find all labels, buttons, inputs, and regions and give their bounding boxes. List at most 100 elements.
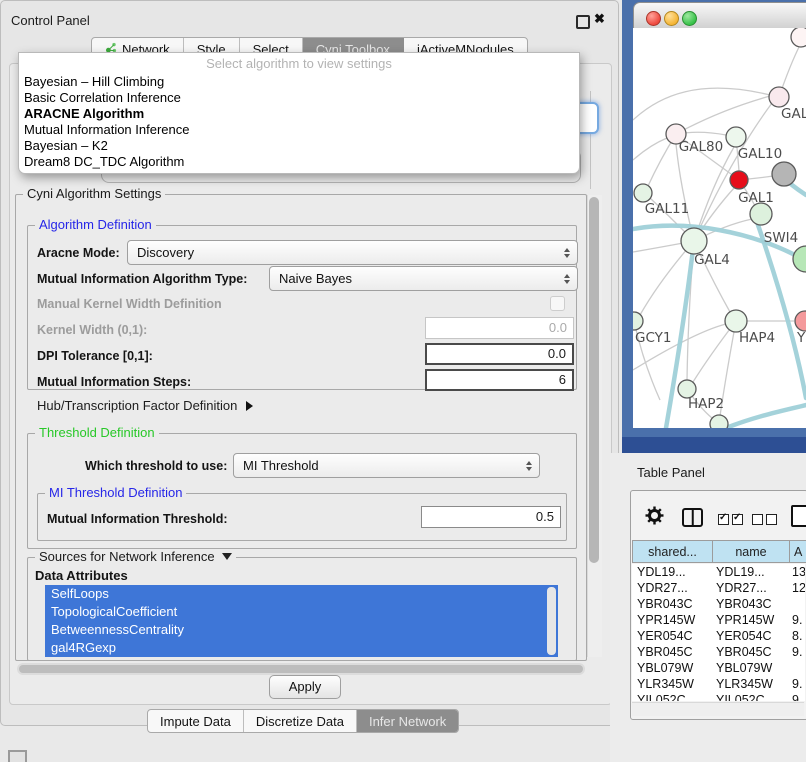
collapse-down-icon (222, 553, 232, 560)
column-header[interactable]: name (713, 540, 790, 563)
mi-type-select[interactable]: Naive Bayes (269, 266, 578, 291)
sources-group-title[interactable]: Sources for Network Inference (35, 550, 236, 564)
node-label: GAL10 (738, 146, 782, 162)
document-icon[interactable] (791, 505, 806, 527)
network-node[interactable] (725, 310, 747, 332)
network-window-titlebar[interactable] (633, 2, 806, 30)
node-label: HAP4 (739, 330, 775, 346)
expand-right-icon (246, 401, 253, 411)
network-node[interactable] (795, 311, 806, 331)
mi-type-label: Mutual Information Algorithm Type: (37, 272, 247, 286)
network-node[interactable] (726, 127, 746, 147)
node-label: GAL80 (679, 139, 723, 155)
table-row[interactable]: YDL19... YDL19... 13 (632, 564, 805, 580)
algorithm-option[interactable]: Bayesian – Hill Climbing (19, 74, 579, 90)
algorithm-option[interactable]: ARACNE Algorithm (19, 106, 579, 122)
kernel-width-field[interactable]: 0.0 (425, 317, 574, 339)
tab-discretize-data[interactable]: Discretize Data (244, 710, 357, 732)
tab-impute-data[interactable]: Impute Data (148, 710, 244, 732)
spinner-arrows-icon (564, 274, 570, 284)
list-item[interactable]: BetweennessCentrality (45, 621, 558, 639)
table-header-row: shared... name A (632, 540, 806, 563)
screen: Control Panel ✖ Network Style Select Cyn… (0, 0, 806, 762)
mi-threshold-label: Mutual Information Threshold: (47, 512, 228, 526)
node-label: HAP2 (688, 396, 724, 412)
dpi-tolerance-field[interactable]: 0.0 (425, 343, 574, 365)
apply-button[interactable]: Apply (269, 675, 341, 699)
zoom-traffic-light-icon[interactable] (682, 11, 697, 26)
which-threshold-select[interactable]: MI Threshold (233, 453, 540, 478)
column-layout-icon[interactable] (682, 508, 703, 527)
desktop-band (622, 437, 806, 453)
network-node[interactable] (710, 415, 728, 428)
algorithm-option[interactable]: Dream8 DC_TDC Algorithm (19, 154, 579, 170)
spinner-arrows-icon (564, 248, 570, 258)
node-label: SWI4 (764, 230, 799, 246)
list-item[interactable]: gal4RGexp (45, 639, 558, 657)
list-scrollbar[interactable] (547, 587, 556, 655)
cyni-bottom-tabs: Impute Data Discretize Data Infer Networ… (147, 709, 459, 733)
algorithm-option[interactable]: Bayesian – K2 (19, 138, 579, 154)
table-row[interactable]: YER054C YER054C 8. (632, 628, 805, 644)
table-row[interactable]: YBR045C YBR045C 9. (632, 644, 805, 660)
node-label: GAL (781, 106, 806, 122)
node-label: GCY1 (635, 330, 672, 346)
network-svg: GALGAL80GAL10GAL1GAL11SWI4GAL4GCY1HAP4YH… (633, 28, 806, 428)
close-icon[interactable]: ✖ (594, 11, 605, 27)
close-traffic-light-icon[interactable] (646, 11, 661, 26)
table-panel-title: Table Panel (637, 465, 705, 480)
tab-infer-network[interactable]: Infer Network (357, 710, 458, 732)
mi-threshold-field[interactable]: 0.5 (421, 506, 561, 528)
network-node[interactable] (634, 184, 652, 202)
select-all-checkboxes-icon[interactable] (718, 512, 746, 530)
node-label: GAL4 (694, 252, 730, 268)
algorithm-options-list: Bayesian – Hill ClimbingBasic Correlatio… (19, 74, 579, 170)
aracne-mode-select[interactable]: Discovery (127, 240, 578, 265)
table-row[interactable]: YBR043C YBR043C (632, 596, 805, 612)
settings-group-title: Cyni Algorithm Settings (23, 187, 165, 201)
settings-scrollbar-thumb[interactable] (589, 197, 599, 563)
manual-kernel-label: Manual Kernel Width Definition (37, 297, 222, 311)
network-node[interactable] (730, 171, 748, 189)
manual-kernel-checkbox[interactable] (550, 296, 565, 311)
network-node[interactable] (772, 162, 796, 186)
table-row[interactable]: YBL079W YBL079W (632, 660, 805, 676)
spinner-arrows-icon (526, 461, 532, 471)
network-node[interactable] (750, 203, 772, 225)
node-label: GAL1 (738, 190, 774, 206)
gear-icon[interactable] (645, 506, 664, 530)
aracne-mode-label: Aracne Mode: (37, 246, 120, 260)
algorithm-definition-title: Algorithm Definition (35, 218, 156, 232)
node-label: Y (796, 330, 806, 346)
table-horizontal-scrollbar[interactable] (632, 702, 804, 716)
network-node[interactable] (633, 312, 643, 330)
float-window-icon[interactable] (576, 15, 590, 29)
network-node[interactable] (681, 228, 707, 254)
threshold-definition-title: Threshold Definition (35, 426, 159, 440)
hub-tf-definition-toggle[interactable]: Hub/Transcription Factor Definition (37, 398, 253, 413)
network-canvas[interactable]: GALGAL80GAL10GAL1GAL11SWI4GAL4GCY1HAP4YH… (633, 28, 806, 428)
table-row[interactable]: YIL052C YIL052C 9 (632, 692, 805, 701)
data-attributes-list[interactable]: SelfLoopsTopologicalCoefficientBetweenne… (45, 585, 558, 657)
table-body[interactable]: YDL19... YDL19... 13 YDR27... YDR27... 1… (632, 564, 805, 701)
mi-steps-label: Mutual Information Steps: (37, 375, 191, 389)
algorithm-option[interactable]: Basic Correlation Inference (19, 90, 579, 106)
algorithm-option[interactable]: Mutual Information Inference (19, 122, 579, 138)
network-node[interactable] (791, 28, 806, 47)
deselect-all-checkboxes-icon[interactable] (752, 512, 780, 530)
network-node[interactable] (769, 87, 789, 107)
table-row[interactable]: YDR27... YDR27... 12 (632, 580, 805, 596)
table-row[interactable]: YLR345W YLR345W 9. (632, 676, 805, 692)
minimize-traffic-light-icon[interactable] (664, 11, 679, 26)
kernel-width-label: Kernel Width (0,1): (37, 323, 147, 337)
collapsed-panel-icon[interactable] (8, 750, 27, 762)
column-header[interactable]: shared... (632, 540, 713, 563)
list-item[interactable]: TopologicalCoefficient (45, 603, 558, 621)
column-header[interactable]: A (790, 540, 806, 563)
settings-hscrollbar-thumb[interactable] (19, 665, 583, 673)
data-attributes-label: Data Attributes (35, 568, 128, 583)
network-node[interactable] (793, 246, 806, 272)
table-row[interactable]: YPR145W YPR145W 9. (632, 612, 805, 628)
mi-steps-field[interactable]: 6 (425, 369, 574, 391)
list-item[interactable]: SelfLoops (45, 585, 558, 603)
